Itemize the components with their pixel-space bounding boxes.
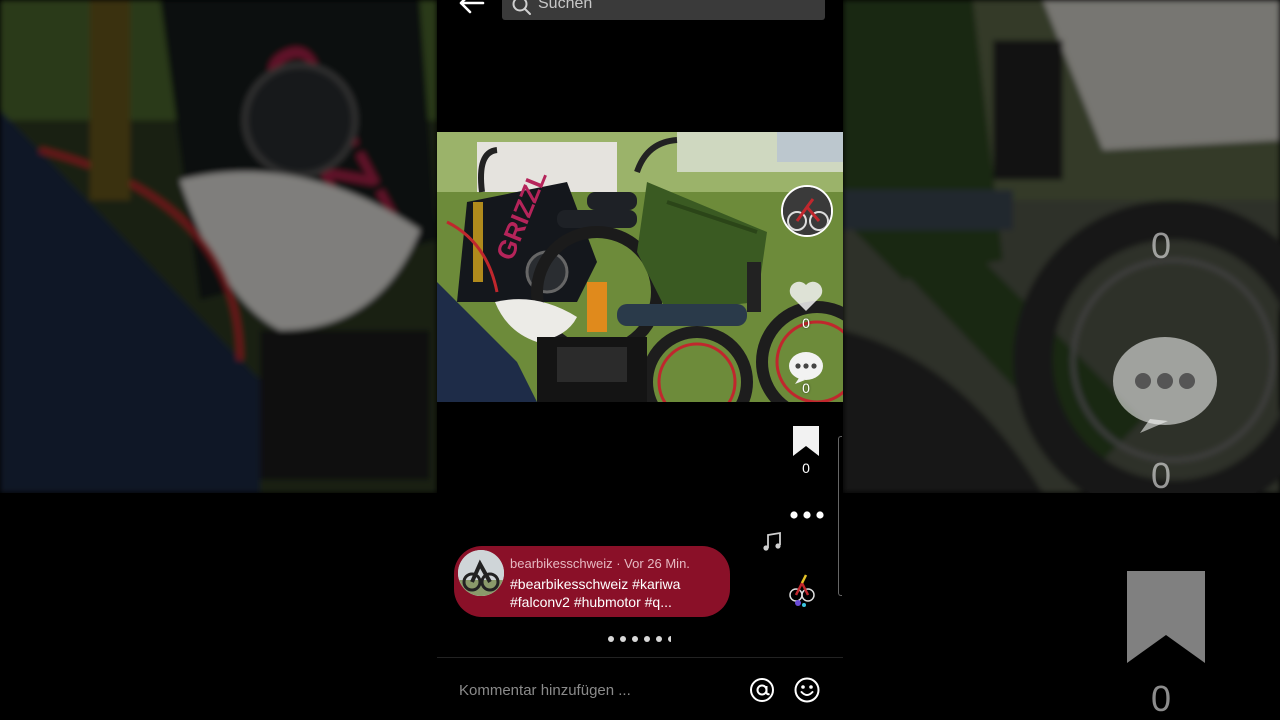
sound-thumbnail-icon[interactable]	[784, 569, 816, 609]
bookmark-icon	[793, 426, 819, 456]
arrow-left-icon	[459, 0, 485, 14]
blurred-like-count: 0	[1151, 225, 1172, 266]
pager-dot-partial	[668, 636, 671, 642]
pager-dot[interactable]	[608, 636, 614, 642]
image-pager[interactable]	[608, 636, 671, 644]
caption-header: bearbikesschweiz · Vor 26 Min.	[510, 556, 690, 571]
post-caption-card[interactable]: bearbikesschweiz · Vor 26 Min. #bearbike…	[454, 546, 730, 617]
comment-bubble-icon	[789, 352, 823, 384]
save-count: 0	[802, 460, 810, 476]
more-options-icon[interactable]	[787, 508, 827, 522]
left-gutter	[0, 493, 437, 720]
caption-line-1: #bearbikesschweiz #kariwa	[510, 576, 681, 592]
right-gutter: 0	[843, 493, 1280, 720]
search-bar[interactable]	[502, 0, 825, 20]
author-avatar	[783, 187, 831, 235]
phone-view: GRIZZL	[437, 0, 843, 720]
blurred-save-count: 0	[1151, 678, 1172, 719]
at-mention-icon[interactable]	[748, 676, 776, 704]
blurred-bookmark-icon	[1127, 571, 1205, 663]
like-button[interactable]: 0	[782, 279, 830, 331]
pager-dot[interactable]	[656, 636, 662, 642]
search-input[interactable]	[538, 0, 808, 16]
author-thumbnail	[458, 550, 504, 596]
comment-button[interactable]: 0	[782, 350, 830, 396]
caption-text: #bearbikesschweiz #kariwa #falconv2 #hub…	[510, 575, 722, 611]
pager-dot[interactable]	[644, 636, 650, 642]
blurred-background-left: GRIZZL	[0, 0, 437, 493]
comment-bar	[437, 658, 843, 720]
author-avatar-button[interactable]	[781, 185, 833, 237]
caption-line-2: #falconv2 #hubmotor #q...	[510, 594, 672, 610]
caption-author-avatar	[458, 550, 504, 596]
blurred-comment-icon	[1113, 337, 1217, 433]
heart-icon	[789, 281, 823, 311]
comment-count: 0	[802, 380, 810, 396]
music-note-icon	[763, 531, 781, 551]
rail-scroll-indicator	[838, 436, 842, 596]
search-icon	[512, 0, 531, 15]
top-bar	[437, 0, 843, 24]
pager-dot[interactable]	[632, 636, 638, 642]
pager-dot[interactable]	[620, 636, 626, 642]
like-count: 0	[802, 315, 810, 331]
save-button[interactable]: 0	[782, 424, 830, 476]
comment-input[interactable]	[459, 678, 729, 702]
blurred-background-right: 0 0	[843, 0, 1280, 493]
back-button[interactable]	[457, 0, 487, 16]
blurred-comment-count: 0	[1151, 455, 1172, 493]
emoji-icon[interactable]	[793, 676, 821, 704]
